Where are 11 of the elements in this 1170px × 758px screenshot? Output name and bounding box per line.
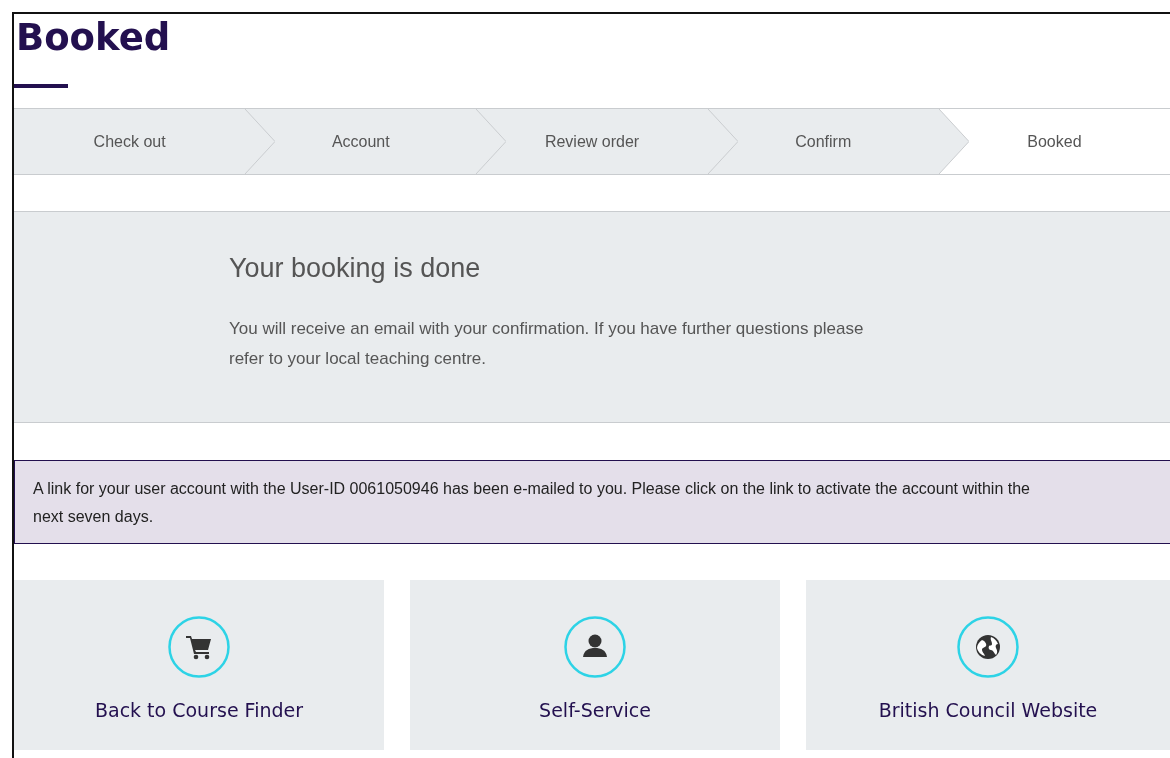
link-card[interactable]: British Council Website (806, 580, 1170, 750)
page-title: Booked (15, 15, 172, 61)
title-underline (14, 84, 68, 88)
link-card[interactable]: Self-Service (410, 580, 780, 750)
link-card[interactable]: Back to Course Finder (14, 580, 384, 750)
confirmation-text: You will receive an email with your confirmation. If you have further questions please refer to your local teaching centre. (229, 318, 865, 371)
account-notice: A link for your user account with the User-ID 0061050946 has been e-mailed to you. Please click on the link to activate the account within the next seven days. (14, 460, 1170, 544)
person-icon (564, 616, 626, 678)
confirmation-heading: Your booking is done (229, 252, 482, 285)
cart-icon (168, 616, 230, 678)
globe-icon (957, 616, 1019, 678)
